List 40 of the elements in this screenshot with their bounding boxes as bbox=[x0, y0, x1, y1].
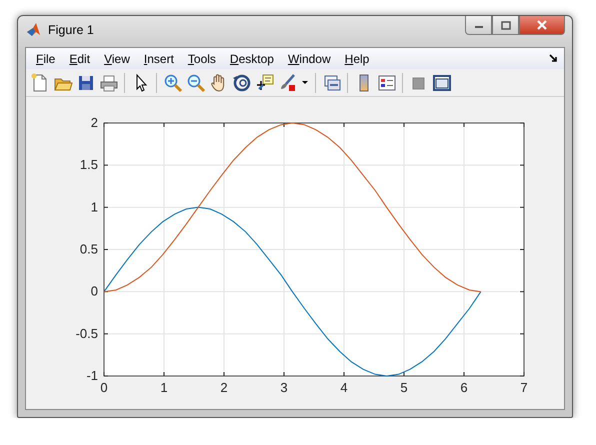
y-tick-label: 2 bbox=[90, 115, 98, 130]
dock-arrow-icon[interactable] bbox=[549, 54, 558, 63]
close-icon bbox=[536, 20, 548, 30]
maximize-button[interactable] bbox=[492, 16, 519, 35]
x-tick-label: 3 bbox=[280, 380, 288, 395]
legend-icon[interactable] bbox=[376, 72, 396, 92]
menu-item[interactable]: Window bbox=[284, 52, 338, 66]
x-tick-label: 7 bbox=[520, 380, 528, 395]
menu-item[interactable]: Help bbox=[342, 52, 376, 66]
printer-icon[interactable] bbox=[98, 72, 118, 92]
app-icon bbox=[26, 22, 42, 38]
zoom-in-icon[interactable] bbox=[162, 72, 182, 92]
x-tick-label: 5 bbox=[400, 380, 408, 395]
minimize-button[interactable] bbox=[465, 16, 492, 35]
menu-item[interactable]: View bbox=[101, 52, 137, 66]
y-tick-label: -1 bbox=[86, 368, 98, 383]
menu-item[interactable]: File bbox=[33, 52, 62, 66]
rotate-icon[interactable] bbox=[232, 72, 252, 92]
y-tick-label: -0.5 bbox=[76, 326, 98, 341]
new-file-icon[interactable] bbox=[30, 72, 50, 92]
window-icon[interactable] bbox=[432, 72, 452, 92]
window-title: Figure 1 bbox=[48, 23, 95, 37]
zoom-out-icon[interactable] bbox=[186, 72, 206, 92]
y-tick-label: 0.5 bbox=[80, 242, 98, 256]
y-tick-label: 1 bbox=[90, 199, 98, 214]
y-tick-label: 1.5 bbox=[80, 157, 98, 172]
menu-item[interactable]: Insert bbox=[140, 52, 181, 66]
maximize-icon bbox=[500, 20, 510, 30]
x-tick-label: 0 bbox=[100, 380, 108, 395]
data-cursor-icon[interactable] bbox=[254, 72, 274, 92]
x-tick-label: 1 bbox=[160, 380, 168, 395]
menu-item[interactable]: Desktop bbox=[226, 52, 281, 66]
linked-plots-icon[interactable] bbox=[322, 72, 342, 92]
x-tick-label: 2 bbox=[220, 380, 228, 395]
y-tick-label: 0 bbox=[90, 284, 98, 299]
x-tick-label: 6 bbox=[460, 380, 468, 395]
menu-item[interactable]: Tools bbox=[184, 52, 223, 66]
menu-item[interactable]: Edit bbox=[66, 52, 98, 66]
close-button[interactable] bbox=[519, 16, 565, 35]
x-tick-label: 4 bbox=[340, 380, 348, 395]
